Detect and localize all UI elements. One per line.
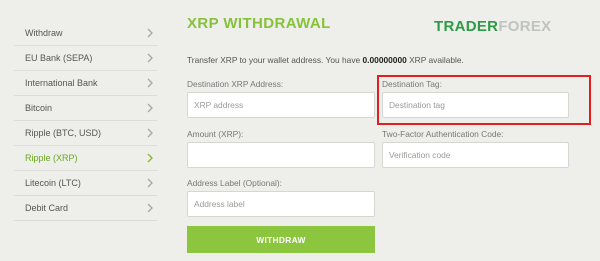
sidebar-item-label: Ripple (BTC, USD): [25, 128, 102, 138]
page-title: XRP WITHDRAWAL: [187, 15, 331, 32]
sidebar-item-litecoin-ltc[interactable]: Litecoin (LTC): [14, 171, 157, 196]
sidebar-item-international-bank[interactable]: International Bank: [14, 71, 157, 96]
sidebar-item-label: International Bank: [25, 78, 98, 88]
logo-text-forex: FOREX: [498, 18, 552, 35]
logo-text-trader: TRADER: [434, 18, 499, 35]
sidebar-item-label: Litecoin (LTC): [25, 178, 81, 188]
amount-label: Amount (XRP):: [187, 129, 244, 139]
two-factor-input[interactable]: [382, 142, 569, 168]
chevron-right-icon: [147, 53, 153, 63]
sidebar-item-ripple-xrp[interactable]: Ripple (XRP): [14, 146, 157, 171]
sidebar-item-label: Ripple (XRP): [25, 153, 78, 163]
amount-input[interactable]: [187, 142, 375, 168]
sidebar-item-bitcoin[interactable]: Bitcoin: [14, 96, 157, 121]
sidebar: Withdraw EU Bank (SEPA) International Ba…: [14, 21, 157, 221]
sidebar-item-label: EU Bank (SEPA): [25, 53, 93, 63]
sidebar-item-label: Debit Card: [25, 203, 69, 213]
chevron-right-icon: [147, 128, 153, 138]
info-text-before: Transfer XRP to your wallet address. You…: [187, 55, 363, 65]
chevron-right-icon: [147, 28, 153, 38]
destination-address-input[interactable]: [187, 92, 375, 118]
available-balance-text: Transfer XRP to your wallet address. You…: [187, 55, 464, 65]
sidebar-item-ripple-btc-usd[interactable]: Ripple (BTC, USD): [14, 121, 157, 146]
available-amount: 0.00000000: [362, 55, 407, 65]
address-label-label: Address Label (Optional):: [187, 178, 282, 188]
info-text-after: XRP available.: [406, 55, 464, 65]
address-label-input[interactable]: [187, 191, 375, 217]
sidebar-item-label: Bitcoin: [25, 103, 53, 113]
sidebar-item-eu-bank-sepa[interactable]: EU Bank (SEPA): [14, 46, 157, 71]
destination-address-label: Destination XRP Address:: [187, 79, 284, 89]
highlight-box: [377, 75, 591, 125]
chevron-right-icon: [147, 203, 153, 213]
brand-logo: TRADERFOREX: [434, 18, 552, 35]
two-factor-label: Two-Factor Authentication Code:: [382, 129, 504, 139]
chevron-right-icon: [147, 78, 153, 88]
chevron-right-icon: [147, 103, 153, 113]
chevron-right-icon: [147, 178, 153, 188]
sidebar-item-debit-card[interactable]: Debit Card: [14, 196, 157, 221]
withdraw-button[interactable]: WITHDRAW: [187, 226, 375, 253]
chevron-right-icon: [147, 153, 153, 163]
sidebar-item-label: Withdraw: [25, 28, 63, 38]
sidebar-item-withdraw[interactable]: Withdraw: [14, 21, 157, 46]
